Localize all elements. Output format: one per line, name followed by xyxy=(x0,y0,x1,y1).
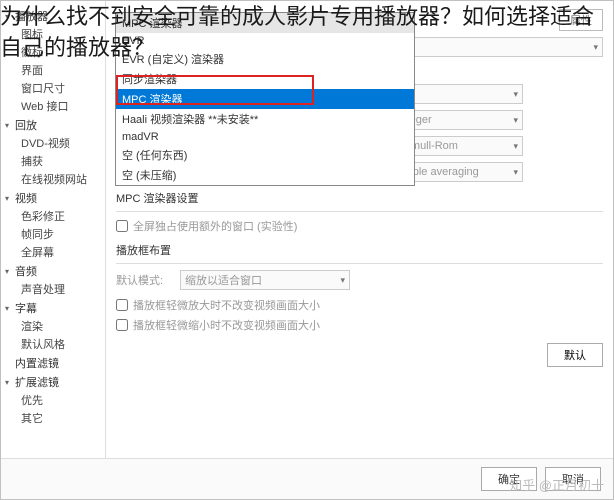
ok-button[interactable]: 确定 xyxy=(481,467,537,491)
dialog-footer: 确定 取消 xyxy=(1,458,613,499)
tree-child[interactable]: 图标 xyxy=(5,25,101,43)
dropdown-option[interactable]: 同步渲染器 xyxy=(116,69,414,89)
tree-parent[interactable]: 内置滤镜 xyxy=(5,354,101,372)
fullscreen-exclusive-label: 全屏独占使用额外的窗口 (实验性) xyxy=(133,218,297,234)
tree-child[interactable]: 渲染 xyxy=(5,317,101,335)
dropdown-option[interactable]: EVR xyxy=(116,33,414,49)
tree-child[interactable]: 在线视频网站 xyxy=(5,170,101,188)
tree-child[interactable]: 色彩修正 xyxy=(5,207,101,225)
fullscreen-exclusive-checkbox[interactable] xyxy=(116,220,128,232)
dropdown-option[interactable]: 空 (未压缩) xyxy=(116,165,414,185)
tree-parent[interactable]: ▾视频 xyxy=(5,189,101,207)
tree-parent[interactable]: ▾扩展滤镜 xyxy=(5,373,101,391)
dropdown-option[interactable]: MPC 渲染器 xyxy=(116,13,414,33)
tree-child[interactable]: 声音处理 xyxy=(5,280,101,298)
tree-parent[interactable]: ▾播放器 xyxy=(5,7,101,25)
tree-parent[interactable]: ▾回放 xyxy=(5,116,101,134)
default-mode-select[interactable]: 缩放以适合窗口▾ xyxy=(180,270,350,290)
tree-child[interactable]: 界面 xyxy=(5,61,101,79)
tree-child[interactable]: DVD-视频 xyxy=(5,134,101,152)
tree-child[interactable]: 优先 xyxy=(5,391,101,409)
tree-child[interactable]: 捕获 xyxy=(5,152,101,170)
arrow-icon: ▾ xyxy=(5,378,13,387)
tree-child[interactable]: 全屏幕 xyxy=(5,243,101,261)
tree-child[interactable]: 帧同步 xyxy=(5,225,101,243)
arrow-icon: ▾ xyxy=(5,12,13,21)
keep-shrink-checkbox[interactable] xyxy=(116,319,128,331)
mpc-renderer-section: MPC 渲染器设置 xyxy=(116,190,603,206)
tree-child[interactable]: 默认风格 xyxy=(5,335,101,353)
nav-tree: ▾播放器图标徽标界面窗口尺寸Web 接口▾回放DVD-视频捕获在线视频网站▾视频… xyxy=(1,1,106,458)
tree-child[interactable]: 徽标 xyxy=(5,43,101,61)
default-mode-label: 默认模式: xyxy=(116,272,172,288)
attributes-button[interactable]: 属性 xyxy=(559,9,603,31)
dropdown-option[interactable]: madVR xyxy=(116,129,414,145)
dropdown-option[interactable]: Haali 视频渲染器 **未安装** xyxy=(116,109,414,129)
keep-shrink-label: 播放框轻微缩小时不改变视频画面大小 xyxy=(133,317,320,333)
tree-child[interactable]: Web 接口 xyxy=(5,97,101,115)
cancel-button[interactable]: 取消 xyxy=(545,467,601,491)
chevron-down-icon: ▾ xyxy=(593,42,598,53)
arrow-icon: ▾ xyxy=(5,267,13,276)
default-button[interactable]: 默认 xyxy=(547,343,603,367)
arrow-icon: ▾ xyxy=(5,121,13,130)
keep-enlarge-label: 播放框轻微放大时不改变视频画面大小 xyxy=(133,297,320,313)
dropdown-option-selected[interactable]: MPC 渲染器 xyxy=(116,89,414,109)
tree-parent[interactable]: ▾字幕 xyxy=(5,299,101,317)
playframe-section: 播放框布置 xyxy=(116,242,603,258)
tree-child[interactable]: 窗口尺寸 xyxy=(5,79,101,97)
renderer-dropdown-list[interactable]: MPC 渲染器 EVR EVR (自定义) 渲染器 同步渲染器 MPC 渲染器 … xyxy=(115,12,415,186)
dropdown-option[interactable]: 空 (任何东西) xyxy=(116,145,414,165)
keep-enlarge-checkbox[interactable] xyxy=(116,299,128,311)
tree-child[interactable]: 其它 xyxy=(5,409,101,427)
tree-parent[interactable]: ▾音频 xyxy=(5,262,101,280)
dropdown-option[interactable]: EVR (自定义) 渲染器 xyxy=(116,49,414,69)
arrow-icon: ▾ xyxy=(5,194,13,203)
arrow-icon: ▾ xyxy=(5,304,13,313)
